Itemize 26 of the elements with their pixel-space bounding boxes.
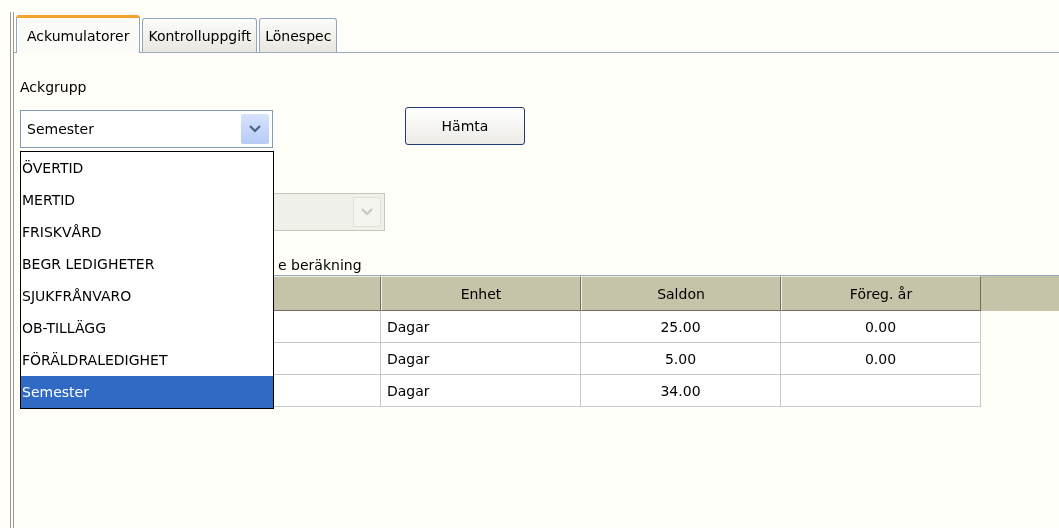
dropdown-option[interactable]: SJUKFRÅNVARO [21, 280, 273, 312]
tab[interactable]: Ackumulatorer [16, 15, 141, 53]
dropdown-option[interactable]: OB-TILLÄGG [21, 312, 273, 344]
table-cell: Dagar [381, 311, 581, 343]
table-header-cell: Enhet [381, 276, 581, 311]
table-cell: 34.00 [581, 375, 781, 407]
table-cell: Dagar [381, 375, 581, 407]
fetch-button[interactable]: Hämta [405, 107, 525, 145]
dropdown-option[interactable]: ÖVERTID [21, 152, 273, 184]
table-cell: 0.00 [781, 343, 981, 375]
table-cell: Dagar [381, 343, 581, 375]
field-label: Ackgrupp [20, 79, 87, 97]
dropdown-option[interactable]: MERTID [21, 184, 273, 216]
checkbox-label: e beräkning [278, 257, 362, 275]
table-cell: 5.00 [581, 343, 781, 375]
dropdown-option[interactable]: BEGR LEDIGHETER [21, 248, 273, 280]
table-cell: 25.00 [581, 311, 781, 343]
table-header-cell: Saldon [581, 276, 781, 311]
tab[interactable]: Kontrolluppgift [142, 18, 258, 52]
table-cell: 0.00 [781, 311, 981, 343]
dropdown-option[interactable]: FRISKVÅRD [21, 216, 273, 248]
dropdown-option[interactable]: Semester [21, 376, 273, 408]
table-header-cell: Föreg. år [781, 276, 981, 311]
dropdown-option[interactable]: FÖRÄLDRALEDIGHET [21, 344, 273, 376]
tab[interactable]: Lönespec [259, 18, 338, 52]
group-dropdown[interactable]: Semester [20, 110, 273, 148]
